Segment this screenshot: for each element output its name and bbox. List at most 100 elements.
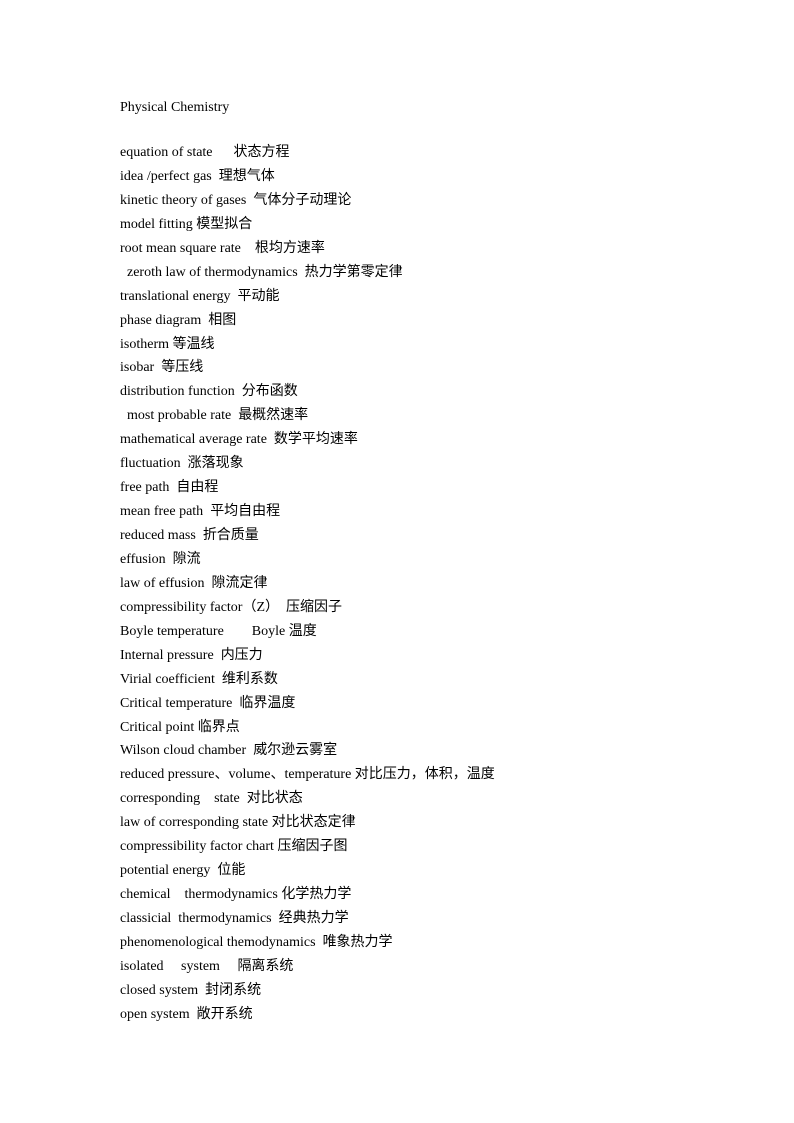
term-english: reduced pressure、volume、temperature [120, 767, 355, 783]
term-english: isotherm [120, 336, 173, 352]
term-english: law of effusion [120, 575, 212, 591]
term-english: chemical thermodynamics [120, 887, 282, 903]
term-english: corresponding state [120, 791, 247, 807]
term-chinese: 隙流 [172, 550, 201, 567]
glossary-entry: chemical thermodynamics 化学热力学 [120, 885, 495, 909]
glossary-entry: Internal pressure 内压力 [120, 646, 495, 670]
glossary-entry: potential energy 位能 [120, 861, 495, 885]
glossary-entry: free path 自由程 [120, 478, 495, 502]
glossary-entry: idea /perfect gas 理想气体 [120, 167, 495, 191]
glossary-entry: compressibility factor（Z） 压缩因子 [120, 598, 495, 622]
glossary-entry: mean free path 平均自由程 [120, 502, 495, 526]
term-english: closed system [120, 982, 206, 998]
glossary-entry: classicial thermodynamics 经典热力学 [120, 909, 495, 933]
term-english: mean free path [120, 504, 211, 520]
term-chinese: 等压线 [161, 359, 204, 376]
term-english: kinetic theory of gases [120, 192, 254, 208]
term-english: isolated system [120, 958, 238, 974]
glossary-entry: isolated system 隔离系统 [120, 957, 495, 981]
term-chinese: 对比压力，体积，温度 [354, 766, 495, 783]
term-chinese: 最概然速率 [238, 407, 309, 424]
glossary-entry: isotherm 等温线 [120, 335, 495, 359]
glossary-entry: equation of state 状态方程 [120, 143, 495, 167]
glossary-entry: most probable rate 最概然速率 [120, 406, 495, 430]
glossary-entry: phase diagram 相图 [120, 311, 495, 335]
glossary-entry: translational energy 平动能 [120, 287, 495, 311]
glossary-entry: law of corresponding state 对比状态定律 [120, 813, 495, 837]
glossary-entry: closed system 封闭系统 [120, 981, 495, 1005]
term-chinese: 气体分子动理论 [253, 191, 352, 208]
glossary-entry: Wilson cloud chamber 威尔逊云雾室 [120, 741, 495, 765]
term-chinese: 隔离系统 [237, 957, 294, 974]
term-english: Virial coefficient [120, 671, 222, 687]
term-english: equation of state [120, 145, 234, 160]
term-english: phase diagram [120, 312, 209, 328]
term-english: compressibility factor（Z） [120, 599, 287, 615]
term-chinese: 理想气体 [218, 167, 275, 184]
glossary-entry: corresponding state 对比状态 [120, 789, 495, 813]
document-page: Physical Chemistry equation of state 状态方… [0, 0, 794, 1123]
glossary-entry: Virial coefficient 维利系数 [120, 670, 495, 694]
term-chinese: 根均方速率 [254, 239, 325, 256]
term-english: phenomenological themodynamics [120, 934, 323, 950]
term-english: fluctuation [120, 456, 188, 472]
glossary-entry: mathematical average rate 数学平均速率 [120, 430, 495, 454]
glossary-entry: root mean square rate 根均方速率 [120, 239, 495, 263]
term-chinese: 内压力 [220, 646, 263, 663]
glossary-entry: Boyle temperature Boyle 温度 [120, 622, 495, 646]
term-chinese: 平动能 [237, 287, 280, 304]
term-chinese: 热力学第零定律 [304, 263, 403, 280]
term-chinese: 模型拟合 [196, 215, 253, 232]
term-chinese: 封闭系统 [205, 981, 262, 998]
glossary-entry: effusion 隙流 [120, 550, 495, 574]
term-english: compressibility factor chart [120, 839, 278, 855]
glossary-entry: kinetic theory of gases 气体分子动理论 [120, 191, 495, 215]
term-english: law of corresponding state [120, 815, 272, 831]
term-chinese: 折合质量 [202, 527, 259, 543]
term-chinese: 温度 [288, 622, 317, 639]
term-english: free path [120, 480, 177, 496]
glossary-entry: distribution function 分布函数 [120, 382, 495, 406]
term-english: Critical temperature [120, 695, 240, 711]
glossary-entry: Critical temperature 临界温度 [120, 694, 495, 718]
document-title: Physical Chemistry [120, 100, 230, 115]
glossary-entry: fluctuation 涨落现象 [120, 454, 495, 478]
term-english: model fitting [120, 216, 197, 232]
term-chinese: 维利系数 [221, 670, 278, 687]
term-english: open system [120, 1006, 197, 1022]
glossary-entry: reduced pressure、volume、temperature 对比压力… [120, 765, 495, 789]
term-english: root mean square rate [120, 240, 255, 256]
term-english: Critical point [120, 719, 198, 735]
glossary-entry: law of effusion 隙流定律 [120, 574, 495, 598]
term-chinese: 隙流定律 [211, 574, 268, 591]
glossary-list: equation of state 状态方程 idea /perfect gas … [120, 143, 495, 1029]
term-chinese: 经典热力学 [278, 910, 349, 926]
term-chinese: 唯象热力学 [322, 933, 393, 950]
term-chinese: 敞开系统 [196, 1005, 253, 1022]
term-chinese: 压缩因子图 [277, 838, 348, 855]
glossary-entry: isobar 等压线 [120, 358, 495, 382]
term-chinese: 平均自由程 [210, 503, 281, 520]
glossary-entry: model fitting 模型拟合 [120, 215, 495, 239]
term-english: idea /perfect gas [120, 168, 219, 184]
term-english: classicial thermodynamics [120, 911, 279, 926]
term-english: translational energy [120, 288, 238, 304]
term-chinese: 化学热力学 [281, 886, 352, 903]
glossary-entry: compressibility factor chart 压缩因子图 [120, 837, 495, 861]
term-chinese: 压缩因子 [286, 598, 343, 615]
term-english: most probable rate [120, 408, 239, 424]
term-chinese: 相图 [208, 311, 237, 328]
term-english: zeroth law of thermodynamics [120, 264, 305, 280]
term-chinese: 位能 [217, 862, 246, 879]
term-chinese: 临界温度 [239, 694, 296, 711]
term-english: effusion [120, 551, 173, 567]
term-english: potential energy [120, 863, 218, 879]
glossary-entry: open system 敞开系统 [120, 1005, 495, 1029]
term-english: Internal pressure [120, 647, 221, 663]
term-english: Boyle temperature Boyle [120, 623, 289, 639]
term-english: Wilson cloud chamber [120, 743, 254, 759]
term-chinese: 涨落现象 [187, 455, 244, 472]
term-english: mathematical average rate [120, 432, 274, 448]
glossary-entry: phenomenological themodynamics 唯象热力学 [120, 933, 495, 957]
term-chinese: 对比状态定律 [271, 814, 356, 831]
